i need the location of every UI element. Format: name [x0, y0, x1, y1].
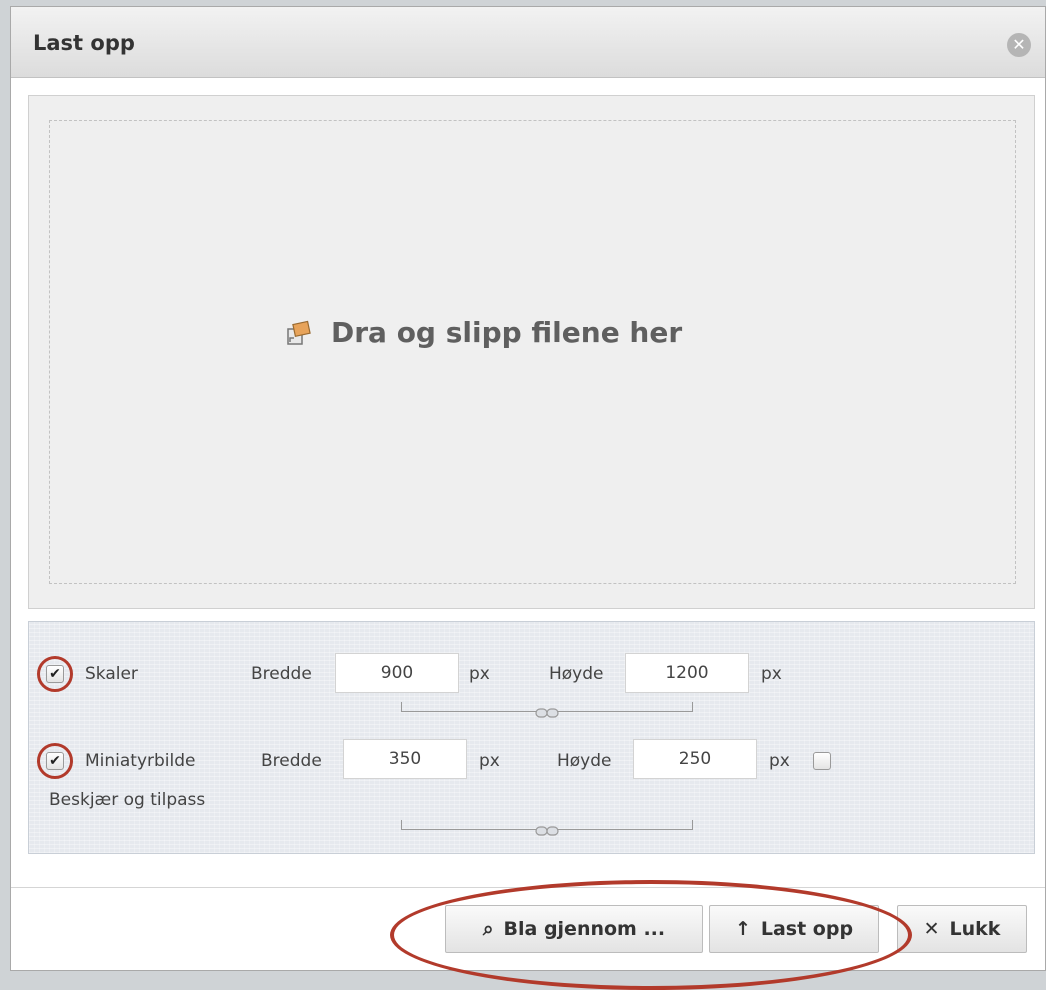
close-icon[interactable]: ✕	[1007, 33, 1031, 57]
upload-dialog: Last opp ✕ Dra og slipp filene her ✔ Ska…	[10, 6, 1046, 971]
thumbnail-height-unit: px	[769, 751, 790, 771]
resize-width-unit: px	[469, 664, 490, 684]
resize-height-input[interactable]: 1200	[625, 653, 749, 693]
chain-link-icon[interactable]	[535, 825, 559, 837]
thumbnail-label: Miniatyrbilde	[85, 751, 196, 771]
thumbnail-height-input[interactable]: 250	[633, 739, 757, 779]
drop-zone-border	[49, 120, 1016, 584]
thumbnail-width-label: Bredde	[261, 751, 322, 771]
resize-width-label: Bredde	[251, 664, 312, 684]
resize-width-input[interactable]: 900	[335, 653, 459, 693]
upload-image-icon	[287, 320, 311, 345]
resize-label: Skaler	[85, 664, 138, 684]
close-button-label: Lukk	[949, 918, 1001, 940]
dialog-titlebar: Last opp ✕	[11, 7, 1045, 78]
crop-checkbox[interactable]	[813, 752, 831, 770]
drop-zone-text: Dra og slipp filene her	[331, 316, 683, 349]
dialog-title: Last opp	[33, 31, 135, 55]
thumbnail-height-label: Høyde	[557, 751, 612, 771]
image-options-panel: ✔ Skaler Bredde 900 px Høyde 1200 px ✔ M…	[28, 621, 1035, 854]
resize-height-label: Høyde	[549, 664, 604, 684]
highlight-circle	[37, 656, 73, 692]
close-icon: ✕	[923, 918, 940, 940]
drop-zone[interactable]: Dra og slipp filene her	[28, 95, 1035, 609]
thumbnail-width-unit: px	[479, 751, 500, 771]
close-button[interactable]: ✕ Lukk	[897, 905, 1027, 953]
crop-label: Beskjær og tilpass	[49, 790, 206, 810]
resize-height-unit: px	[761, 664, 782, 684]
highlight-circle	[37, 743, 73, 779]
thumbnail-width-input[interactable]: 350	[343, 739, 467, 779]
chain-link-icon[interactable]	[535, 707, 559, 719]
highlight-ellipse	[390, 880, 912, 990]
